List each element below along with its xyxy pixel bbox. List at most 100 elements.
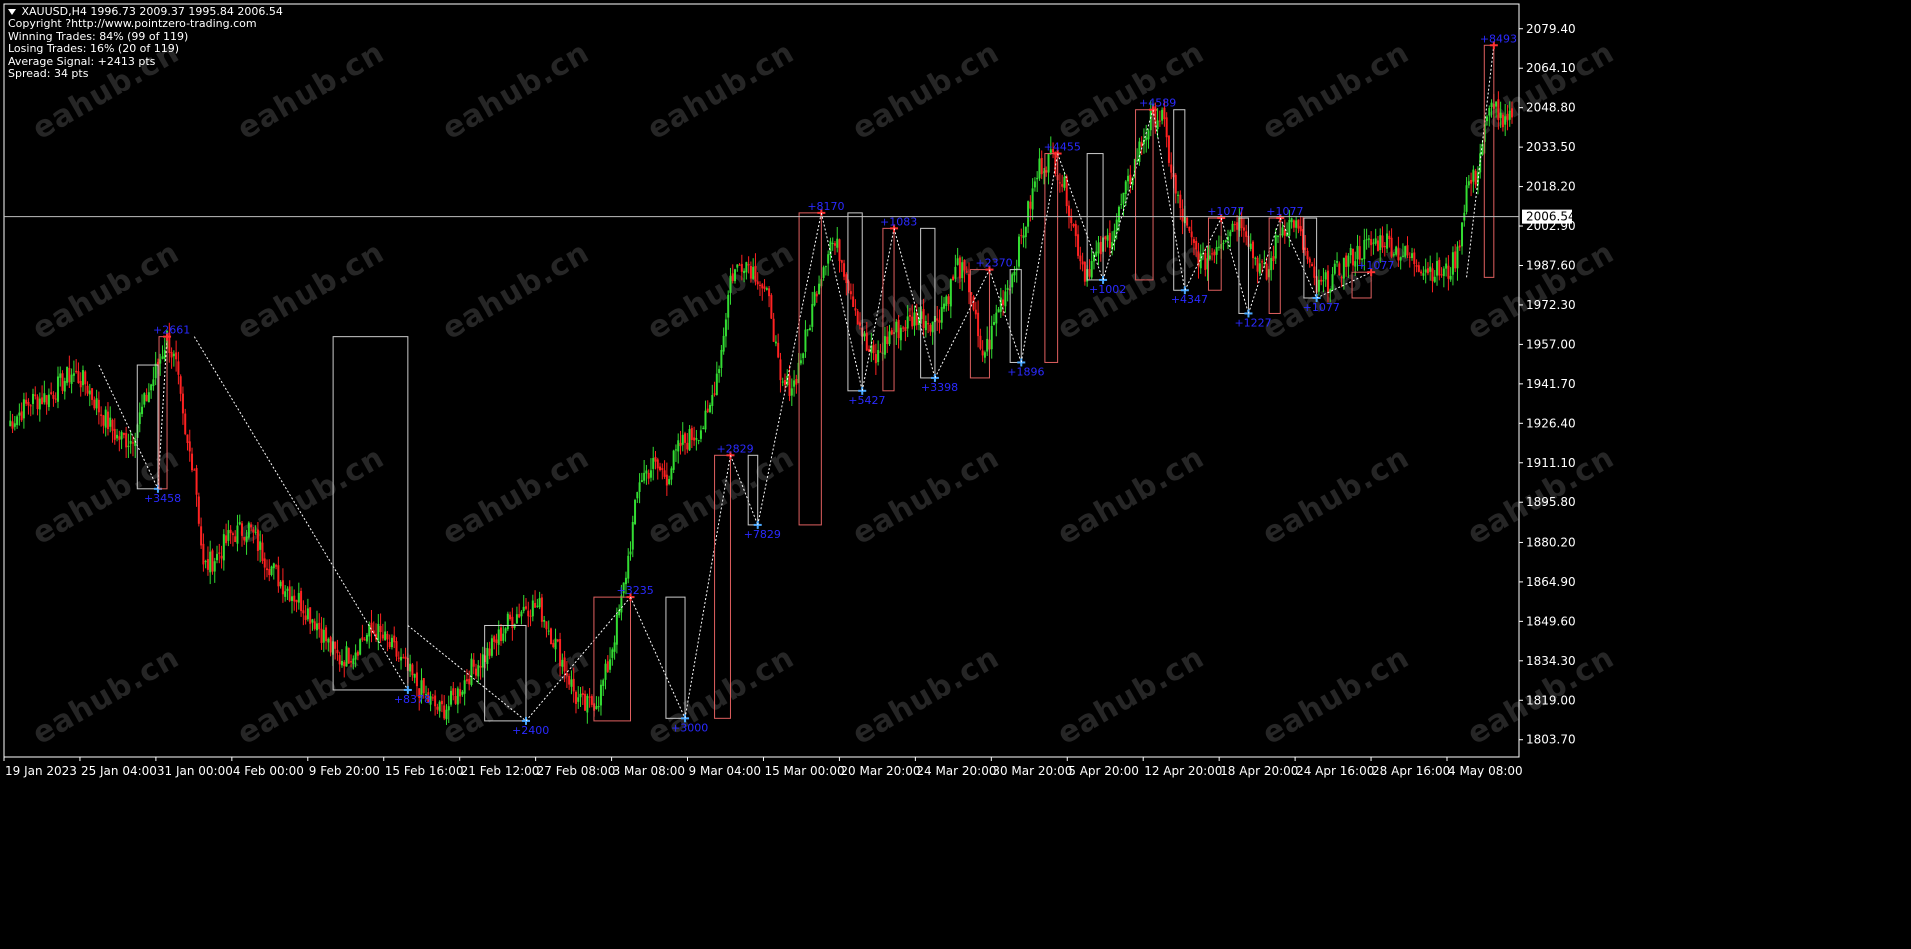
candle[interactable]	[536, 598, 539, 608]
candle[interactable]	[1458, 239, 1461, 251]
candle[interactable]	[225, 523, 228, 546]
candle[interactable]	[47, 388, 50, 411]
candle[interactable]	[213, 557, 216, 583]
candle[interactable]	[1170, 152, 1173, 180]
candle[interactable]	[1040, 150, 1043, 180]
candle[interactable]	[824, 265, 827, 276]
candle[interactable]	[1211, 248, 1214, 261]
candle[interactable]	[300, 587, 303, 617]
candle[interactable]	[813, 286, 816, 307]
candle[interactable]	[840, 259, 843, 272]
candle[interactable]	[702, 425, 705, 430]
candle[interactable]	[1136, 148, 1139, 165]
candle[interactable]	[320, 616, 323, 650]
candle[interactable]	[1215, 240, 1218, 265]
candle[interactable]	[808, 324, 811, 331]
candle[interactable]	[645, 464, 648, 485]
candle[interactable]	[104, 406, 107, 437]
candle[interactable]	[402, 653, 405, 659]
candle[interactable]	[1017, 233, 1020, 270]
candle[interactable]	[222, 529, 225, 571]
candle[interactable]	[993, 314, 996, 326]
candle[interactable]	[1338, 261, 1341, 276]
candle[interactable]	[247, 521, 250, 540]
candle[interactable]	[272, 562, 275, 580]
candle[interactable]	[70, 368, 73, 394]
candle[interactable]	[634, 498, 637, 526]
candle[interactable]	[97, 391, 100, 425]
candle[interactable]	[16, 414, 19, 429]
candle[interactable]	[777, 333, 780, 359]
candle[interactable]	[154, 351, 157, 386]
candle[interactable]	[434, 690, 437, 716]
candle[interactable]	[202, 533, 205, 572]
candle[interactable]	[818, 275, 821, 295]
candle[interactable]	[836, 226, 839, 253]
candle[interactable]	[534, 590, 537, 608]
candle[interactable]	[611, 647, 614, 666]
candle[interactable]	[1290, 217, 1293, 229]
chart-area[interactable]: eahub.cn eahub.cn eahub.cn eahub.cn eahub.cn…	[0, 0, 1911, 949]
candle[interactable]	[936, 306, 939, 331]
candle[interactable]	[436, 703, 439, 715]
candle[interactable]	[693, 426, 696, 446]
candle[interactable]	[59, 366, 62, 387]
candle[interactable]	[195, 464, 198, 507]
candle[interactable]	[679, 430, 682, 455]
candle[interactable]	[629, 541, 632, 561]
candle[interactable]	[20, 402, 23, 422]
candle[interactable]	[659, 462, 662, 472]
candle[interactable]	[163, 337, 166, 362]
candle[interactable]	[1122, 192, 1125, 216]
candle[interactable]	[938, 309, 941, 334]
candle[interactable]	[986, 326, 989, 356]
candle[interactable]	[579, 686, 582, 707]
candle[interactable]	[549, 627, 552, 645]
candle[interactable]	[31, 388, 34, 415]
candle[interactable]	[706, 400, 709, 414]
candle[interactable]	[329, 635, 332, 657]
candle[interactable]	[704, 400, 707, 433]
candle[interactable]	[347, 647, 350, 664]
candle[interactable]	[1108, 220, 1111, 256]
candle[interactable]	[1454, 244, 1457, 273]
candle[interactable]	[438, 700, 441, 718]
candle[interactable]	[286, 586, 289, 601]
candle[interactable]	[979, 328, 982, 351]
candle[interactable]	[1281, 223, 1284, 238]
candle[interactable]	[511, 607, 514, 641]
candle[interactable]	[1474, 168, 1477, 189]
candle[interactable]	[388, 634, 391, 649]
candle[interactable]	[1333, 260, 1336, 276]
candle[interactable]	[1179, 190, 1182, 220]
candle[interactable]	[527, 601, 530, 628]
candle[interactable]	[1113, 223, 1116, 251]
candle[interactable]	[197, 492, 200, 527]
candle[interactable]	[768, 286, 771, 308]
candle[interactable]	[513, 623, 516, 630]
candle[interactable]	[897, 314, 900, 349]
candle[interactable]	[1413, 248, 1416, 277]
candle[interactable]	[1317, 269, 1320, 296]
candle[interactable]	[1365, 228, 1368, 250]
candle[interactable]	[1292, 219, 1295, 233]
candle[interactable]	[999, 287, 1002, 318]
candle[interactable]	[677, 433, 680, 464]
candle[interactable]	[1099, 235, 1102, 262]
candle[interactable]	[1031, 178, 1034, 220]
candle[interactable]	[38, 392, 41, 422]
candle[interactable]	[806, 329, 809, 337]
candle[interactable]	[1258, 254, 1261, 277]
candle[interactable]	[56, 366, 59, 409]
candle[interactable]	[72, 360, 75, 382]
candle[interactable]	[845, 272, 848, 296]
candle[interactable]	[227, 520, 230, 547]
candle[interactable]	[327, 637, 330, 652]
candle[interactable]	[1070, 208, 1073, 231]
candle[interactable]	[322, 617, 325, 653]
candle[interactable]	[590, 694, 593, 708]
candle[interactable]	[1311, 262, 1314, 267]
candle[interactable]	[1090, 249, 1093, 280]
candle[interactable]	[188, 429, 191, 462]
candle[interactable]	[306, 598, 309, 622]
